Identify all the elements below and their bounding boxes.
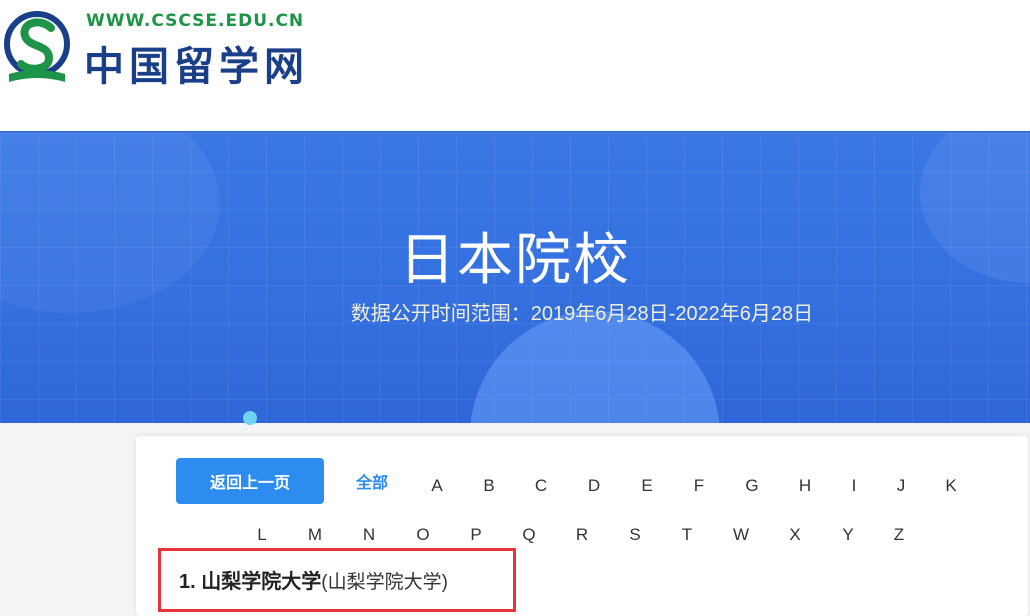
filter-letter-n[interactable]: N [349, 522, 389, 548]
filter-letter-j[interactable]: J [881, 473, 921, 499]
filter-letter-p[interactable]: P [456, 522, 496, 548]
filter-letter-m[interactable]: M [295, 522, 335, 548]
back-button[interactable]: 返回上一页 [176, 458, 324, 504]
site-url[interactable]: WWW.CSCSE.EDU.CN [86, 11, 304, 31]
filter-all[interactable]: 全部 [342, 471, 402, 497]
result-highlight-box: 1. 山梨学院大学(山梨学院大学) [158, 548, 516, 612]
filter-letter-y[interactable]: Y [828, 522, 868, 548]
hero-banner: 日本院校 数据公开时间范围：2019年6月28日-2022年6月28日 [0, 133, 1030, 423]
filter-letter-d[interactable]: D [574, 473, 614, 499]
data-date-range: 数据公开时间范围：2019年6月28日-2022年6月28日 [350, 303, 814, 325]
filter-letter-k[interactable]: K [931, 473, 971, 499]
result-index: 1. [179, 571, 196, 593]
filter-letter-x[interactable]: X [775, 522, 815, 548]
filter-letter-w[interactable]: W [721, 522, 761, 548]
filter-letter-l[interactable]: L [242, 522, 282, 548]
site-header: WWW.CSCSE.EDU.CN 中国留学网 [0, 0, 1030, 133]
filter-letter-h[interactable]: H [785, 473, 825, 499]
filter-letter-a[interactable]: A [417, 473, 457, 499]
filter-letter-e[interactable]: E [627, 473, 667, 499]
cscse-logo-icon[interactable] [3, 8, 71, 86]
filter-letter-f[interactable]: F [679, 473, 719, 499]
filter-letter-r[interactable]: R [562, 522, 602, 548]
filter-letter-b[interactable]: B [469, 473, 509, 499]
filter-letter-z[interactable]: Z [879, 522, 919, 548]
result-name: 山梨学院大学 [201, 571, 322, 593]
page-title: 日本院校 [399, 228, 631, 291]
school-filter-card: 返回上一页 全部 ABCDEFGHIJK LMNOPQRSTWXYZ 1. 山梨… [136, 436, 1028, 616]
filter-letter-g[interactable]: G [732, 473, 772, 499]
decor-dot [243, 411, 257, 425]
filter-letter-c[interactable]: C [521, 473, 561, 499]
result-alt-name: (山梨学院大学) [321, 572, 448, 593]
filter-letter-s[interactable]: S [615, 522, 655, 548]
site-name[interactable]: 中国留学网 [84, 34, 309, 92]
filter-letter-i[interactable]: I [834, 473, 874, 499]
filter-letter-q[interactable]: Q [509, 522, 549, 548]
school-result-item[interactable]: 1. 山梨学院大学(山梨学院大学) [179, 565, 448, 594]
filter-letter-o[interactable]: O [403, 522, 443, 548]
filter-letter-t[interactable]: T [667, 522, 707, 548]
